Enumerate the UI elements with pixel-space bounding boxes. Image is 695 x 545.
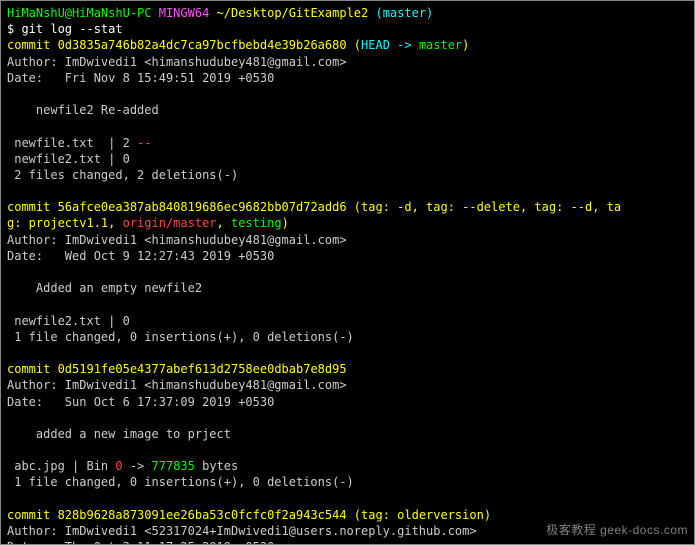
stat-summary: 1 file changed, 0 insertions(+), 0 delet… xyxy=(7,329,688,345)
commit-header-cont: g: projectv1.1, origin/master, testing) xyxy=(7,215,688,231)
blank-line xyxy=(7,118,688,134)
head-ref: HEAD -> xyxy=(361,38,419,52)
date-line: Date: Wed Oct 9 12:27:43 2019 +0530 xyxy=(7,248,688,264)
commit-hash: 56afce0ea387ab840819686ec9682bb07d72add6 xyxy=(58,200,347,214)
prompt-mingw: MINGW64 xyxy=(152,6,210,20)
blank-line xyxy=(7,86,688,102)
commit-header: commit 0d5191fe05e4377abef613d2758ee0dba… xyxy=(7,361,688,377)
prompt-user: HiMaNshU@HiMaNshU-PC xyxy=(7,6,152,20)
branch-master: master xyxy=(419,38,462,52)
stat-line: newfile.txt | 2 -- xyxy=(7,135,688,151)
blank-line xyxy=(7,410,688,426)
prompt-line: HiMaNshU@HiMaNshU-PC MINGW64 ~/Desktop/G… xyxy=(7,5,688,21)
prompt-path: ~/Desktop/GitExample2 xyxy=(209,6,368,20)
terminal-window[interactable]: HiMaNshU@HiMaNshU-PC MINGW64 ~/Desktop/G… xyxy=(0,0,695,545)
date-line: Date: Fri Nov 8 15:49:51 2019 +0530 xyxy=(7,70,688,86)
author-line: Author: ImDwivedi1 <himanshudubey481@gma… xyxy=(7,232,688,248)
deletions-marker: -- xyxy=(137,136,151,150)
stat-summary: 1 file changed, 0 insertions(+), 0 delet… xyxy=(7,474,688,490)
author-line: Author: ImDwivedi1 <himanshudubey481@gma… xyxy=(7,377,688,393)
commit-hash: 0d5191fe05e4377abef613d2758ee0dbab7e8d95 xyxy=(58,362,347,376)
author-line: Author: ImDwivedi1 <himanshudubey481@gma… xyxy=(7,54,688,70)
commit-header: commit 56afce0ea387ab840819686ec9682bb07… xyxy=(7,199,688,215)
commit-hash: 828b9628a873091ee26ba53c0fcfc0f2a943c544 xyxy=(58,508,347,522)
command-line: $ git log --stat xyxy=(7,21,688,37)
commit-hash: 0d3835a746b82a4dc7ca97bcfbebd4e39b26a680 xyxy=(58,38,347,52)
watermark-text: 极客教程 geek-docs.com xyxy=(546,522,688,538)
tags: tag: -d, tag: --delete, tag: --d, ta xyxy=(361,200,621,214)
blank-line xyxy=(7,345,688,361)
date-line: Date: Sun Oct 6 17:37:09 2019 +0530 xyxy=(7,394,688,410)
blank-line xyxy=(7,264,688,280)
stat-line: newfile2.txt | 0 xyxy=(7,151,688,167)
stat-line: abc.jpg | Bin 0 -> 777835 bytes xyxy=(7,458,688,474)
prompt-branch: (master) xyxy=(368,6,433,20)
commit-message: newfile2 Re-added xyxy=(7,102,688,118)
commit-message: added a new image to prject xyxy=(7,426,688,442)
blank-line xyxy=(7,183,688,199)
stat-summary: 2 files changed, 2 deletions(-) xyxy=(7,167,688,183)
blank-line xyxy=(7,491,688,507)
branch-testing: testing xyxy=(231,216,282,230)
blank-line xyxy=(7,442,688,458)
command-text: git log --stat xyxy=(21,22,122,36)
stat-line: newfile2.txt | 0 xyxy=(7,313,688,329)
tags: tag: olderversion xyxy=(361,508,484,522)
prompt-dollar: $ xyxy=(7,22,21,36)
date-line: Date: Thu Oct 3 11:17:25 2019 +0530 xyxy=(7,539,688,545)
commit-header: commit 0d3835a746b82a4dc7ca97bcfbebd4e39… xyxy=(7,37,688,53)
remote-ref: origin/master xyxy=(123,216,217,230)
commit-header: commit 828b9628a873091ee26ba53c0fcfc0f2a… xyxy=(7,507,688,523)
blank-line xyxy=(7,296,688,312)
commit-message: Added an empty newfile2 xyxy=(7,280,688,296)
